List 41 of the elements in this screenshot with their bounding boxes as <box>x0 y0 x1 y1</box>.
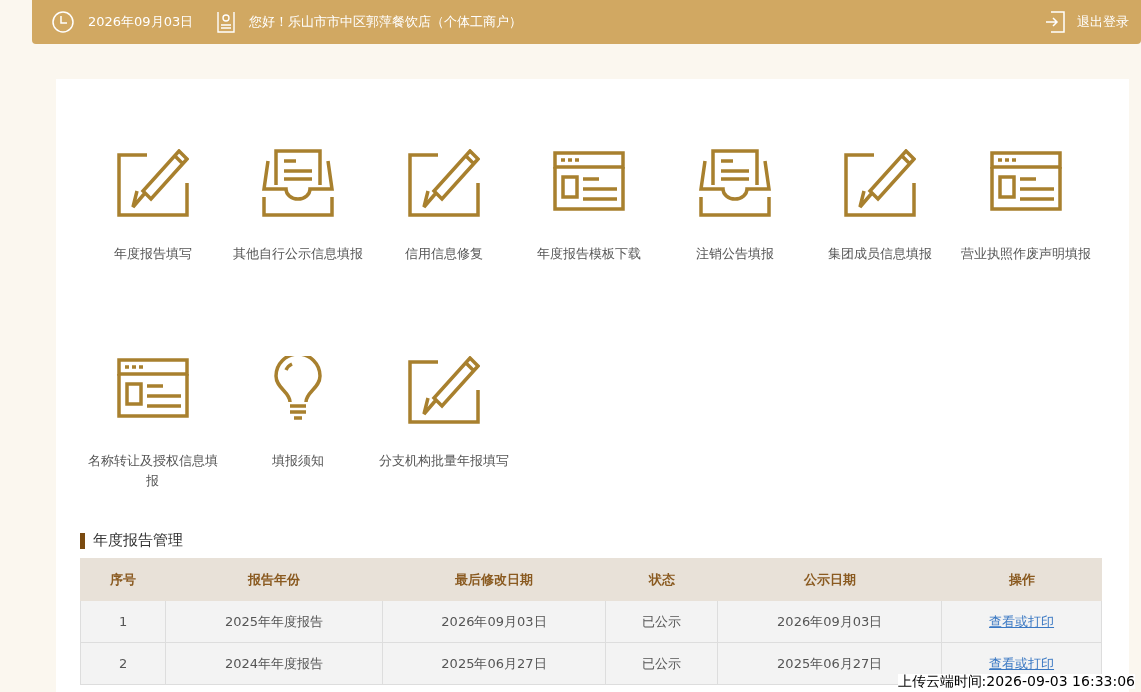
clock-icon <box>52 11 74 33</box>
table-cell: 2025年06月27日 <box>382 642 606 685</box>
table-cell: 2024年年度报告 <box>165 642 382 685</box>
id-card-icon <box>215 11 236 33</box>
section-marker <box>80 532 85 549</box>
view-print-link[interactable]: 查看或打印 <box>989 655 1055 671</box>
table-cell: 2026年09月03日 <box>717 600 942 643</box>
edit-icon <box>407 356 480 424</box>
section-title: 年度报告管理 <box>93 531 183 550</box>
table-cell: 2025年年度报告 <box>165 600 382 643</box>
column-header: 状态 <box>605 558 718 601</box>
column-header: 报告年份 <box>165 558 382 601</box>
function-link[interactable]: 其他自行公示信息填报 <box>228 244 369 264</box>
upload-timestamp: 上传云端时间:2026-09-03 16:33:06 <box>897 674 1135 689</box>
table-cell: 已公示 <box>605 642 718 685</box>
table-cell: 2 <box>80 642 166 685</box>
edit-icon <box>116 149 189 217</box>
function-link[interactable]: 注销公告填报 <box>664 244 805 264</box>
function-link[interactable]: 营业执照作废声明填报 <box>955 244 1096 264</box>
function-link[interactable]: 集团成员信息填报 <box>810 244 951 264</box>
edit-icon <box>407 149 480 217</box>
function-link[interactable]: 名称转让及授权信息填报 <box>82 451 223 491</box>
function-link[interactable]: 年度报告填写 <box>82 244 223 264</box>
function-link[interactable]: 填报须知 <box>228 451 369 471</box>
column-header: 操作 <box>941 558 1102 601</box>
current-date: 2026年09月03日 <box>88 13 194 31</box>
table-cell: 已公示 <box>605 600 718 643</box>
greeting-text: 您好！乐山市市中区郭萍餐饮店（个体工商户） <box>249 13 523 31</box>
function-link[interactable]: 分支机构批量年报填写 <box>373 451 514 471</box>
function-link[interactable]: 年度报告模板下载 <box>519 244 660 264</box>
function-link[interactable]: 信用信息修复 <box>373 244 514 264</box>
inbox-icon <box>262 149 335 217</box>
inbox-icon <box>698 149 771 217</box>
logout-icon <box>1045 11 1065 33</box>
view-print-link[interactable]: 查看或打印 <box>989 613 1055 629</box>
column-header: 最后修改日期 <box>382 558 606 601</box>
edit-icon <box>844 149 917 217</box>
table-cell: 1 <box>80 600 166 643</box>
table-cell: 2026年09月03日 <box>382 600 606 643</box>
column-header: 序号 <box>80 558 166 601</box>
column-header: 公示日期 <box>717 558 942 601</box>
